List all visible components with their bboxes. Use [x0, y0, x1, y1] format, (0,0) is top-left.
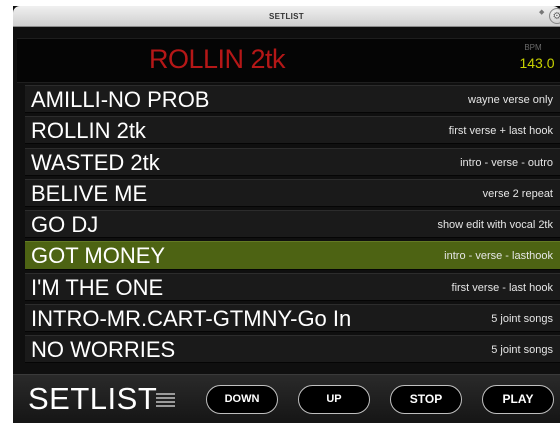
setlist-row[interactable]: AMILLI-NO PROB wayne verse only — [25, 85, 560, 114]
setlist-row[interactable]: NO WORRIES 5 joint songs — [25, 335, 560, 364]
setlist-row[interactable]: BELIVE ME verse 2 repeat — [25, 178, 560, 208]
song-title: I'M THE ONE — [31, 274, 164, 300]
song-note: show edit with vocal 2tk — [437, 219, 553, 232]
setlist-window: SETLIST ◆ ⚙ ROLLIN 2tk BPM 143.0 AMILLI-… — [13, 6, 560, 423]
song-note: intro - verse - outro — [460, 156, 553, 169]
song-title: WASTED 2tk — [31, 149, 160, 175]
setlist-row[interactable]: GO DJ show edit with vocal 2tk — [25, 210, 560, 239]
up-button[interactable]: UP — [298, 385, 370, 414]
setlist-row[interactable]: WASTED 2tk intro - verse - outro — [25, 147, 560, 176]
song-note: 5 joint songs — [491, 312, 553, 325]
now-playing-header: ROLLIN 2tk BPM 143.0 — [17, 38, 560, 83]
play-button[interactable]: PLAY — [482, 385, 554, 414]
bpm-label: BPM — [524, 43, 542, 52]
song-note: intro - verse - lasthook — [444, 250, 553, 263]
song-title: ROLLIN 2tk — [31, 118, 146, 144]
setlist-row[interactable]: I'M THE ONE first verse - last hook — [25, 272, 560, 301]
now-playing-title: ROLLIN 2tk — [148, 44, 286, 74]
down-button[interactable]: DOWN — [206, 385, 278, 414]
song-title: AMILLI-NO PROB — [31, 87, 210, 112]
song-note: verse 2 repeat — [482, 187, 553, 200]
setlist-row[interactable]: ROLLIN 2tk first verse + last hook — [25, 116, 560, 145]
setlist-list: AMILLI-NO PROB wayne verse only ROLLIN 2… — [25, 85, 560, 367]
bpm-value: 143.0 — [519, 55, 555, 71]
song-title: GOT MONEY — [31, 243, 166, 269]
window-side-button-icon[interactable]: ⚙ — [549, 8, 560, 24]
song-title: GO DJ — [31, 212, 99, 238]
setlist-row[interactable]: INTRO-MR.CART-GTMNY-Go In 5 joint songs — [25, 303, 560, 333]
song-title: INTRO-MR.CART-GTMNY-Go In — [31, 305, 352, 331]
song-note: first verse + last hook — [448, 125, 553, 138]
song-note: 5 joint songs — [491, 344, 553, 357]
menu-lines-icon[interactable] — [156, 393, 175, 412]
title-bar: SETLIST ◆ ⚙ — [13, 6, 560, 27]
song-note: first verse - last hook — [451, 281, 553, 294]
song-note: wayne verse only — [468, 94, 553, 106]
song-title: BELIVE ME — [31, 180, 148, 206]
resize-handle-icon[interactable]: ◆ — [539, 9, 545, 22]
song-title: NO WORRIES — [31, 337, 176, 363]
transport-bar: SETLIST DOWN UP STOP PLAY — [13, 374, 560, 423]
window-title: SETLIST — [269, 12, 304, 21]
stop-button[interactable]: STOP — [390, 385, 462, 414]
app-logo: SETLIST — [28, 381, 158, 416]
setlist-row-selected[interactable]: GOT MONEY intro - verse - lasthook — [25, 241, 560, 270]
